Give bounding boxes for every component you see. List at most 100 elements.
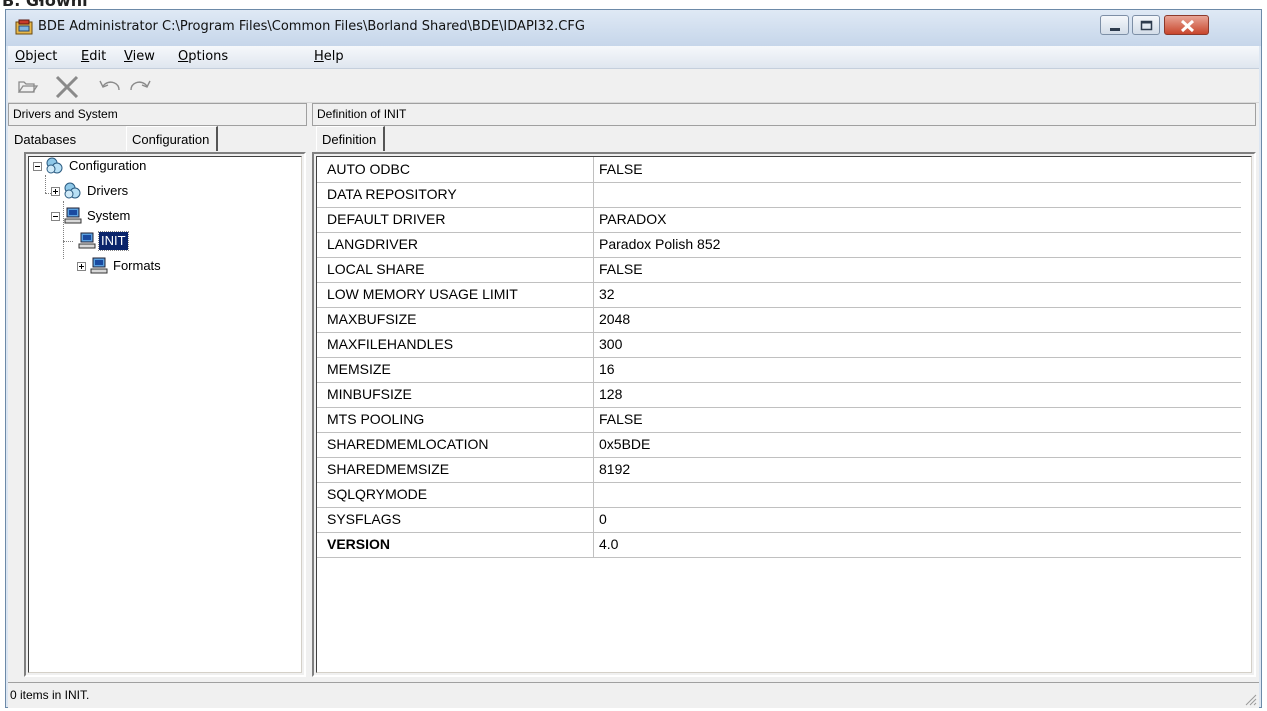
tab-definition[interactable]: Definition	[316, 126, 386, 151]
definition-key: AUTO ODBC	[327, 161, 410, 177]
computer-icon	[90, 257, 108, 274]
definition-key: MTS POOLING	[327, 411, 425, 427]
definition-key: MEMSIZE	[327, 361, 391, 377]
definition-key: MINBUFSIZE	[327, 386, 412, 402]
column-divider	[593, 232, 594, 257]
definition-row[interactable]: SYSFLAGS 0	[317, 507, 1241, 533]
definition-grid[interactable]: AUTO ODBC FALSE DATA REPOSITORY DEFAULT DRI…	[316, 156, 1252, 673]
tree-line	[45, 175, 47, 193]
column-divider	[593, 282, 594, 307]
menu-object[interactable]: Object	[15, 49, 57, 64]
menu-bar: Object Edit View Options Help	[8, 46, 1259, 69]
title-bar[interactable]: BDE Administrator C:\Program Files\Commo…	[6, 10, 1261, 46]
definition-value[interactable]: 4.0	[599, 532, 618, 556]
right-pane-header: Definition of INIT	[312, 103, 1256, 126]
column-divider	[593, 507, 594, 532]
menu-edit[interactable]: Edit	[81, 49, 106, 64]
definition-row[interactable]: VERSION 4.0	[317, 532, 1241, 558]
definition-key: SHAREDMEMLOCATION	[327, 436, 489, 452]
definition-value[interactable]: 16	[599, 357, 615, 381]
open-icon[interactable]	[16, 74, 40, 98]
definition-value[interactable]: FALSE	[599, 257, 643, 281]
database-cluster-icon	[64, 182, 81, 199]
definition-row[interactable]: MEMSIZE 16	[317, 357, 1241, 383]
definition-row[interactable]: MINBUFSIZE 128	[317, 382, 1241, 408]
definition-key: MAXFILEHANDLES	[327, 336, 454, 352]
tree-label: Drivers	[87, 183, 129, 198]
menu-help[interactable]: Help	[314, 49, 344, 64]
window-title: BDE Administrator C:\Program Files\Commo…	[38, 19, 585, 34]
status-bar: 0 items in INIT.	[8, 682, 1259, 708]
definition-value[interactable]: 128	[599, 382, 622, 406]
column-divider	[593, 207, 594, 232]
definition-row[interactable]: LANGDRIVER Paradox Polish 852	[317, 232, 1241, 258]
definition-row[interactable]: SQLQRYMODE	[317, 482, 1241, 508]
definition-row[interactable]: LOW MEMORY USAGE LIMIT 32	[317, 282, 1241, 308]
definition-key: DATA REPOSITORY	[327, 186, 457, 202]
definition-row[interactable]: AUTO ODBC FALSE	[317, 157, 1241, 183]
database-cluster-icon	[46, 157, 63, 174]
definition-key: VERSION	[327, 536, 391, 552]
definition-row[interactable]: MAXBUFSIZE 2048	[317, 307, 1241, 333]
redo-icon[interactable]	[127, 74, 153, 98]
tree-label: System	[87, 208, 131, 223]
collapse-icon[interactable]	[51, 212, 60, 221]
definition-value[interactable]: 0	[599, 507, 607, 531]
column-divider	[593, 307, 594, 332]
resize-grip-icon[interactable]	[1243, 692, 1257, 706]
definition-row[interactable]: MTS POOLING FALSE	[317, 407, 1241, 433]
definition-row[interactable]: DEFAULT DRIVER PARADOX	[317, 207, 1241, 233]
tree-line	[63, 241, 73, 243]
close-button[interactable]	[1164, 15, 1209, 35]
definition-key: SHAREDMEMSIZE	[327, 461, 450, 477]
background-text-fragment: B. Główni	[2, 0, 88, 9]
undo-icon[interactable]	[97, 74, 123, 98]
computer-icon	[64, 207, 82, 224]
definition-value[interactable]: Paradox Polish 852	[599, 232, 720, 256]
bde-app-icon	[15, 19, 33, 35]
definition-row[interactable]: LOCAL SHARE FALSE	[317, 257, 1241, 283]
minimize-button[interactable]	[1100, 15, 1129, 35]
tab-databases[interactable]: Databases	[14, 132, 76, 147]
tree-view[interactable]: Configuration Drivers System INIT Format…	[28, 156, 302, 673]
maximize-icon	[1140, 20, 1153, 31]
menu-view[interactable]: View	[124, 49, 155, 64]
definition-value[interactable]: FALSE	[599, 407, 643, 431]
expand-icon[interactable]	[51, 187, 60, 196]
definition-value[interactable]: PARADOX	[599, 207, 666, 231]
definition-key: SYSFLAGS	[327, 511, 401, 527]
delete-icon[interactable]	[53, 74, 81, 98]
definition-row[interactable]: DATA REPOSITORY	[317, 182, 1241, 208]
column-divider	[593, 257, 594, 282]
definition-value[interactable]: 2048	[599, 307, 630, 331]
definition-panel: AUTO ODBC FALSE DATA REPOSITORY DEFAULT DRI…	[312, 152, 1256, 677]
tab-configuration[interactable]: Configuration	[126, 126, 219, 151]
definition-key: SQLQRYMODE	[327, 486, 428, 502]
left-pane-header: Drivers and System	[8, 103, 307, 126]
definition-value[interactable]: FALSE	[599, 157, 643, 181]
toolbar	[8, 70, 1259, 103]
collapse-icon[interactable]	[33, 162, 42, 171]
column-divider	[593, 482, 594, 507]
right-tab-strip: Definition	[312, 126, 1256, 153]
definition-row[interactable]: SHAREDMEMLOCATION 0x5BDE	[317, 432, 1241, 458]
definition-key: LOCAL SHARE	[327, 261, 425, 277]
expand-icon[interactable]	[77, 262, 86, 271]
tree-label: INIT	[98, 231, 129, 251]
maximize-button[interactable]	[1132, 15, 1160, 35]
definition-key: LOW MEMORY USAGE LIMIT	[327, 286, 518, 302]
column-divider	[593, 382, 594, 407]
background-strip: B. Główni	[0, 0, 1267, 9]
definition-row[interactable]: SHAREDMEMSIZE 8192	[317, 457, 1241, 483]
menu-options[interactable]: Options	[178, 49, 228, 64]
column-divider	[593, 457, 594, 482]
definition-value[interactable]: 8192	[599, 457, 630, 481]
left-tab-strip: Databases Configuration	[8, 126, 308, 153]
definition-key: LANGDRIVER	[327, 236, 419, 252]
definition-row[interactable]: MAXFILEHANDLES 300	[317, 332, 1241, 358]
computer-icon	[78, 232, 96, 249]
client-area: Object Edit View Options Help Drivers an…	[8, 46, 1259, 708]
definition-value[interactable]: 32	[599, 282, 615, 306]
definition-value[interactable]: 300	[599, 332, 622, 356]
definition-value[interactable]: 0x5BDE	[599, 432, 650, 456]
